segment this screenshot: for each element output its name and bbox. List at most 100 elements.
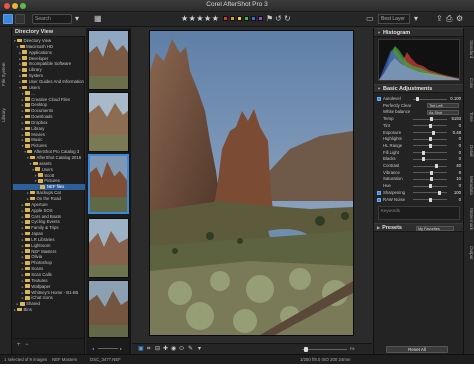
tree-item[interactable]: ▾ Users [13,167,85,173]
adjustment-slider[interactable] [413,165,447,167]
tree-item[interactable]: ▸ Family & Trips [13,225,85,231]
tree-item[interactable]: ▾ Pictures [13,178,85,184]
thumbnail[interactable] [88,30,129,90]
adjustment-slider-handle[interactable] [422,150,426,155]
tree-item[interactable]: ▸ Downloads [13,114,85,120]
right-tab[interactable]: Output [465,238,474,268]
adjustment-value[interactable]: 0 [449,183,461,189]
tab-library[interactable]: Library [1,100,11,130]
rotate-right-icon[interactable]: ↻ [284,13,291,25]
tree-item[interactable]: ▸ Documents [13,108,85,114]
tree-item[interactable]: ▸ On the Road [13,196,85,202]
adjustment-value[interactable]: 0 [449,136,461,142]
right-tab[interactable]: Standard [465,34,474,64]
adjustment-slider-handle[interactable] [430,117,434,122]
export-icon[interactable]: ⇪ [436,13,443,25]
pen-tool-icon[interactable]: ✎ [188,345,193,354]
tab-file-system[interactable]: File System [1,54,11,94]
enable-checkbox[interactable] [377,190,381,195]
adjustment-slider-handle[interactable] [428,137,432,142]
tree-item[interactable]: NEF files [13,184,85,190]
search-input[interactable]: Search [32,14,72,24]
print-icon[interactable]: ⎙ [446,13,452,25]
right-tab[interactable]: Watermark [465,204,474,234]
filter-icon[interactable]: ▾ [75,13,79,25]
adjustment-value[interactable]: 0 [449,197,461,203]
tree-item[interactable]: ▾... [13,91,85,97]
adjustment-value[interactable]: 0.100 [449,96,461,102]
tree-item[interactable]: ▾ AfterShot Catalog 2016 [13,155,85,161]
settings-icon[interactable]: ⚙ [456,13,463,25]
tree-item[interactable]: ▸ Backups Cat [13,190,85,196]
tree-item[interactable]: ▸ Shared [13,301,85,307]
adjustment-slider-handle[interactable] [428,197,432,202]
tree-item[interactable]: ▸ Apple SOS [13,208,85,214]
tree-item[interactable]: ▸ Cars and Boats [13,214,85,220]
adjustment-dropdown[interactable]: Tint Left [427,103,459,109]
zoom-slider-handle[interactable] [304,347,308,352]
tree-item[interactable]: ▾ Users [13,85,85,91]
directory-header[interactable]: Directory View [13,28,85,37]
adjustment-value[interactable]: 40 [449,163,461,169]
crop-tool-icon[interactable]: ⌗ [147,345,150,354]
tree-item[interactable]: ▸ Dropbox [13,120,85,126]
tree-item[interactable]: ▸ Aperture [13,202,85,208]
enable-checkbox[interactable] [377,197,381,202]
layout-single-button[interactable] [15,14,25,24]
adjustment-slider-handle[interactable] [422,157,426,162]
grid-view-icon[interactable]: ▦ [94,13,102,25]
adjustment-value[interactable]: 8 [449,170,461,176]
tree-item[interactable]: ▸ Whitney's Home - B1-B5 [13,290,85,296]
select-tool-icon[interactable]: ▣ [138,345,144,354]
tree-item[interactable]: ▸ Movies [13,132,85,138]
thumbnail[interactable] [88,280,129,338]
tree-item[interactable]: ▾ AfterShot Pro Catalog 3 [13,149,85,155]
adjustment-value[interactable]: 0 [449,123,461,129]
right-tab[interactable]: Metadata [465,170,474,200]
tree-item[interactable]: ▸ Wallpaper [13,284,85,290]
histogram-header[interactable]: ▼ Histogram [374,28,464,37]
tree-item[interactable]: ▸ User Guides And Information [13,79,85,85]
thumb-size-slider[interactable] [98,348,118,349]
tree-item[interactable]: ▸ Incompatible Software [13,61,85,67]
thumbnail-selected[interactable] [88,154,129,214]
tree-item[interactable]: ▾ Directory View [13,38,85,44]
tree-item[interactable]: ▸ Applications [13,50,85,56]
adjustment-dropdown[interactable]: As Shot [427,109,459,115]
thumbnail[interactable] [88,218,129,278]
adjustment-slider-handle[interactable] [428,123,432,128]
flag-icon[interactable]: ⚑ [266,13,273,25]
right-tab[interactable]: Detail [465,136,474,166]
adjustment-value[interactable]: 0 [449,150,461,156]
enable-checkbox[interactable] [377,97,381,101]
tool-options-icon[interactable]: ▾ [198,345,201,354]
tree-item[interactable]: ▸ Library [13,67,85,73]
adjustment-value[interactable]: 10 [449,176,461,182]
adjustment-slider-handle[interactable] [428,143,432,148]
tree-item[interactable]: ▸ iChat Icons [13,295,85,301]
tree-item[interactable]: ▸ System [13,73,85,79]
region-tool-icon[interactable]: ⬭ [179,345,184,354]
slider-small-icon[interactable]: ◂ [92,346,94,351]
right-tab[interactable]: Color [465,68,474,98]
version-icon[interactable]: ▭ [366,13,374,25]
tree-item[interactable]: ▾ Pictures [13,143,85,149]
zoom-slider[interactable] [302,349,347,350]
adjustment-slider[interactable] [413,158,447,160]
basic-adjustments-header[interactable]: ▼ Basic Adjustments [374,84,464,93]
presets-header[interactable]: ▶ Presets My Favorites [374,223,464,232]
thumbnail[interactable] [88,92,129,152]
tree-item[interactable]: ▸ Developer [13,56,85,62]
keywords-field[interactable]: Keywords [378,206,460,220]
filmstrip-scrollbar[interactable] [129,28,131,354]
layout-grid-button[interactable] [3,14,13,24]
tree-item[interactable]: ▸ Scans [13,266,85,272]
tree-item[interactable]: ▸ Creative Cloud Files [13,97,85,103]
tree-item[interactable]: ▾ assets [13,161,85,167]
adjustment-value[interactable]: 0 [449,143,461,149]
layer-selector[interactable]: Best Layer [378,14,410,24]
remove-folder-icon[interactable]: − [25,342,29,348]
adjustment-slider-handle[interactable] [430,170,434,175]
add-folder-icon[interactable]: + [17,342,21,348]
tree-item[interactable]: ▸ Photoshop [13,260,85,266]
